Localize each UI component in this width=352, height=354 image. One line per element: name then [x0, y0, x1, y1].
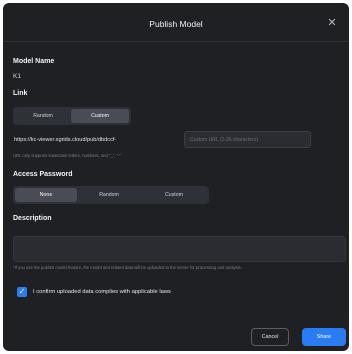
access-password-label: Access Password [13, 171, 73, 178]
custom-url-input[interactable] [184, 131, 311, 148]
link-label: Link [13, 90, 28, 97]
description-input[interactable] [13, 236, 346, 262]
link-option-custom[interactable]: Custom [71, 109, 129, 123]
access-password-segmented: None Random Custom [13, 186, 209, 204]
upload-notice: *If you use the publish model feature, t… [13, 265, 242, 270]
close-icon[interactable]: ✕ [325, 16, 339, 30]
description-label: Description [13, 215, 52, 222]
password-option-none[interactable]: None [15, 188, 77, 202]
password-option-random[interactable]: Random [77, 188, 141, 202]
password-option-custom[interactable]: Custom [141, 188, 207, 202]
link-type-segmented: Random Custom [13, 107, 131, 125]
header-divider [3, 41, 349, 42]
checkmark-icon: ✓ [18, 287, 26, 296]
cancel-button[interactable]: Cancel [251, 328, 289, 346]
url-hint: URL only supports lowercase letters, num… [13, 153, 121, 158]
publish-model-dialog: Publish Model ✕ Model Name K1 Link Rando… [3, 3, 349, 351]
dialog-title: Publish Model [149, 19, 203, 29]
model-name-label: Model Name [13, 58, 55, 65]
model-name-value: K1 [13, 73, 21, 80]
share-button[interactable]: Share [302, 328, 346, 346]
link-option-random[interactable]: Random [15, 109, 71, 123]
confirm-label: I confirm uploaded data complies with ap… [33, 289, 171, 295]
url-prefix: https://kc-viewer.xgrids.cloud/pub/dbdcc… [14, 137, 117, 143]
confirm-checkbox[interactable]: ✓ [17, 287, 27, 297]
